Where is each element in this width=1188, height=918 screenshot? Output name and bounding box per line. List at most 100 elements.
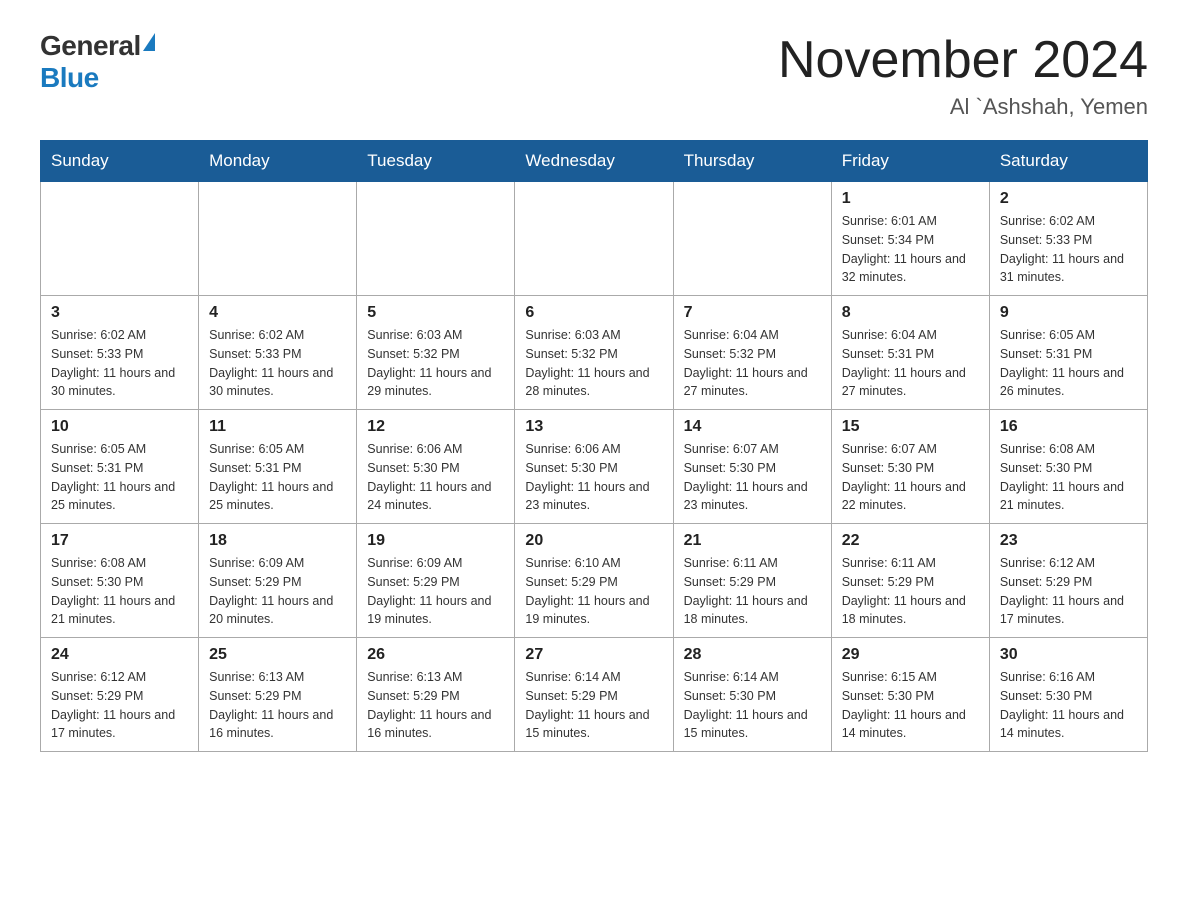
logo-blue-text: Blue xyxy=(40,62,99,94)
day-number: 28 xyxy=(684,646,821,664)
logo-triangle-icon xyxy=(143,33,155,51)
day-info: Sunrise: 6:12 AM Sunset: 5:29 PM Dayligh… xyxy=(1000,554,1137,629)
week-row-5: 24 Sunrise: 6:12 AM Sunset: 5:29 PM Dayli… xyxy=(41,638,1148,752)
day-cell: 26Sunrise: 6:13 AM Sunset: 5:29 PM Dayli… xyxy=(357,638,515,752)
day-number: 21 xyxy=(684,532,821,550)
day-number: 29 xyxy=(842,646,979,664)
day-number: 12 xyxy=(367,418,504,436)
day-cell: 16 Sunrise: 6:08 AM Sunset: 5:30 PM Dayli… xyxy=(989,410,1147,524)
day-info: Sunrise: 6:02 AM Sunset: 5:33 PM Dayligh… xyxy=(51,326,188,401)
day-number: 9 xyxy=(1000,304,1137,322)
day-cell: 20Sunrise: 6:10 AM Sunset: 5:29 PM Dayli… xyxy=(515,524,673,638)
day-cell xyxy=(357,182,515,296)
day-cell xyxy=(515,182,673,296)
day-cell: 11 Sunrise: 6:05 AM Sunset: 5:31 PM Dayli… xyxy=(199,410,357,524)
week-row-3: 10 Sunrise: 6:05 AM Sunset: 5:31 PM Dayli… xyxy=(41,410,1148,524)
calendar-table: SundayMondayTuesdayWednesdayThursdayFrid… xyxy=(40,140,1148,752)
day-info: Sunrise: 6:07 AM Sunset: 5:30 PM Dayligh… xyxy=(684,440,821,515)
day-cell: 27 Sunrise: 6:14 AM Sunset: 5:29 PM Dayli… xyxy=(515,638,673,752)
day-info: Sunrise: 6:06 AM Sunset: 5:30 PM Dayligh… xyxy=(525,440,662,515)
day-number: 11 xyxy=(209,418,346,436)
day-info: Sunrise: 6:13 AM Sunset: 5:29 PM Dayligh… xyxy=(209,668,346,743)
day-header-sunday: Sunday xyxy=(41,141,199,182)
day-number: 15 xyxy=(842,418,979,436)
day-number: 23 xyxy=(1000,532,1137,550)
day-info: Sunrise: 6:02 AM Sunset: 5:33 PM Dayligh… xyxy=(1000,212,1137,287)
day-number: 4 xyxy=(209,304,346,322)
day-number: 24 xyxy=(51,646,188,664)
day-cell: 6 Sunrise: 6:03 AM Sunset: 5:32 PM Daylig… xyxy=(515,296,673,410)
page-header: General Blue November 2024 Al `Ashshah, … xyxy=(40,30,1148,120)
day-info: Sunrise: 6:02 AM Sunset: 5:33 PM Dayligh… xyxy=(209,326,346,401)
day-cell: 4 Sunrise: 6:02 AM Sunset: 5:33 PM Daylig… xyxy=(199,296,357,410)
day-info: Sunrise: 6:03 AM Sunset: 5:32 PM Dayligh… xyxy=(525,326,662,401)
day-cell: 21 Sunrise: 6:11 AM Sunset: 5:29 PM Dayli… xyxy=(673,524,831,638)
day-cell: 18 Sunrise: 6:09 AM Sunset: 5:29 PM Dayli… xyxy=(199,524,357,638)
day-number: 30 xyxy=(1000,646,1137,664)
day-cell: 7 Sunrise: 6:04 AM Sunset: 5:32 PM Daylig… xyxy=(673,296,831,410)
day-info: Sunrise: 6:08 AM Sunset: 5:30 PM Dayligh… xyxy=(1000,440,1137,515)
day-header-saturday: Saturday xyxy=(989,141,1147,182)
day-number: 3 xyxy=(51,304,188,322)
day-info: Sunrise: 6:08 AM Sunset: 5:30 PM Dayligh… xyxy=(51,554,188,629)
day-cell: 13 Sunrise: 6:06 AM Sunset: 5:30 PM Dayli… xyxy=(515,410,673,524)
title-block: November 2024 Al `Ashshah, Yemen xyxy=(778,30,1148,120)
day-info: Sunrise: 6:05 AM Sunset: 5:31 PM Dayligh… xyxy=(1000,326,1137,401)
day-headers-row: SundayMondayTuesdayWednesdayThursdayFrid… xyxy=(41,141,1148,182)
day-cell: 1Sunrise: 6:01 AM Sunset: 5:34 PM Daylig… xyxy=(831,182,989,296)
day-number: 14 xyxy=(684,418,821,436)
day-header-friday: Friday xyxy=(831,141,989,182)
day-info: Sunrise: 6:07 AM Sunset: 5:30 PM Dayligh… xyxy=(842,440,979,515)
day-info: Sunrise: 6:05 AM Sunset: 5:31 PM Dayligh… xyxy=(209,440,346,515)
day-cell: 9 Sunrise: 6:05 AM Sunset: 5:31 PM Daylig… xyxy=(989,296,1147,410)
day-number: 5 xyxy=(367,304,504,322)
day-cell xyxy=(41,182,199,296)
day-number: 8 xyxy=(842,304,979,322)
calendar-subtitle: Al `Ashshah, Yemen xyxy=(778,94,1148,120)
day-info: Sunrise: 6:04 AM Sunset: 5:31 PM Dayligh… xyxy=(842,326,979,401)
day-header-monday: Monday xyxy=(199,141,357,182)
day-cell: 22 Sunrise: 6:11 AM Sunset: 5:29 PM Dayli… xyxy=(831,524,989,638)
day-info: Sunrise: 6:13 AM Sunset: 5:29 PM Dayligh… xyxy=(367,668,504,743)
day-cell: 15 Sunrise: 6:07 AM Sunset: 5:30 PM Dayli… xyxy=(831,410,989,524)
day-number: 10 xyxy=(51,418,188,436)
day-header-wednesday: Wednesday xyxy=(515,141,673,182)
day-cell: 19Sunrise: 6:09 AM Sunset: 5:29 PM Dayli… xyxy=(357,524,515,638)
week-row-2: 3 Sunrise: 6:02 AM Sunset: 5:33 PM Daylig… xyxy=(41,296,1148,410)
day-info: Sunrise: 6:10 AM Sunset: 5:29 PM Dayligh… xyxy=(525,554,662,629)
day-info: Sunrise: 6:06 AM Sunset: 5:30 PM Dayligh… xyxy=(367,440,504,515)
day-number: 18 xyxy=(209,532,346,550)
day-cell: 25 Sunrise: 6:13 AM Sunset: 5:29 PM Dayli… xyxy=(199,638,357,752)
day-number: 27 xyxy=(525,646,662,664)
day-number: 25 xyxy=(209,646,346,664)
day-number: 1 xyxy=(842,190,979,208)
day-info: Sunrise: 6:11 AM Sunset: 5:29 PM Dayligh… xyxy=(842,554,979,629)
day-number: 2 xyxy=(1000,190,1137,208)
day-cell: 28 Sunrise: 6:14 AM Sunset: 5:30 PM Dayli… xyxy=(673,638,831,752)
day-number: 17 xyxy=(51,532,188,550)
day-number: 22 xyxy=(842,532,979,550)
day-cell xyxy=(673,182,831,296)
day-info: Sunrise: 6:16 AM Sunset: 5:30 PM Dayligh… xyxy=(1000,668,1137,743)
week-row-4: 17 Sunrise: 6:08 AM Sunset: 5:30 PM Dayli… xyxy=(41,524,1148,638)
day-cell: 24 Sunrise: 6:12 AM Sunset: 5:29 PM Dayli… xyxy=(41,638,199,752)
day-cell xyxy=(199,182,357,296)
day-info: Sunrise: 6:14 AM Sunset: 5:29 PM Dayligh… xyxy=(525,668,662,743)
day-info: Sunrise: 6:14 AM Sunset: 5:30 PM Dayligh… xyxy=(684,668,821,743)
day-cell: 14 Sunrise: 6:07 AM Sunset: 5:30 PM Dayli… xyxy=(673,410,831,524)
day-cell: 30 Sunrise: 6:16 AM Sunset: 5:30 PM Dayli… xyxy=(989,638,1147,752)
day-number: 13 xyxy=(525,418,662,436)
day-cell: 29Sunrise: 6:15 AM Sunset: 5:30 PM Dayli… xyxy=(831,638,989,752)
day-info: Sunrise: 6:05 AM Sunset: 5:31 PM Dayligh… xyxy=(51,440,188,515)
day-info: Sunrise: 6:04 AM Sunset: 5:32 PM Dayligh… xyxy=(684,326,821,401)
day-number: 16 xyxy=(1000,418,1137,436)
day-header-thursday: Thursday xyxy=(673,141,831,182)
day-info: Sunrise: 6:09 AM Sunset: 5:29 PM Dayligh… xyxy=(367,554,504,629)
day-info: Sunrise: 6:12 AM Sunset: 5:29 PM Dayligh… xyxy=(51,668,188,743)
day-info: Sunrise: 6:09 AM Sunset: 5:29 PM Dayligh… xyxy=(209,554,346,629)
day-number: 6 xyxy=(525,304,662,322)
logo-general-text: General xyxy=(40,30,141,62)
day-number: 7 xyxy=(684,304,821,322)
day-info: Sunrise: 6:11 AM Sunset: 5:29 PM Dayligh… xyxy=(684,554,821,629)
day-cell: 12 Sunrise: 6:06 AM Sunset: 5:30 PM Dayli… xyxy=(357,410,515,524)
